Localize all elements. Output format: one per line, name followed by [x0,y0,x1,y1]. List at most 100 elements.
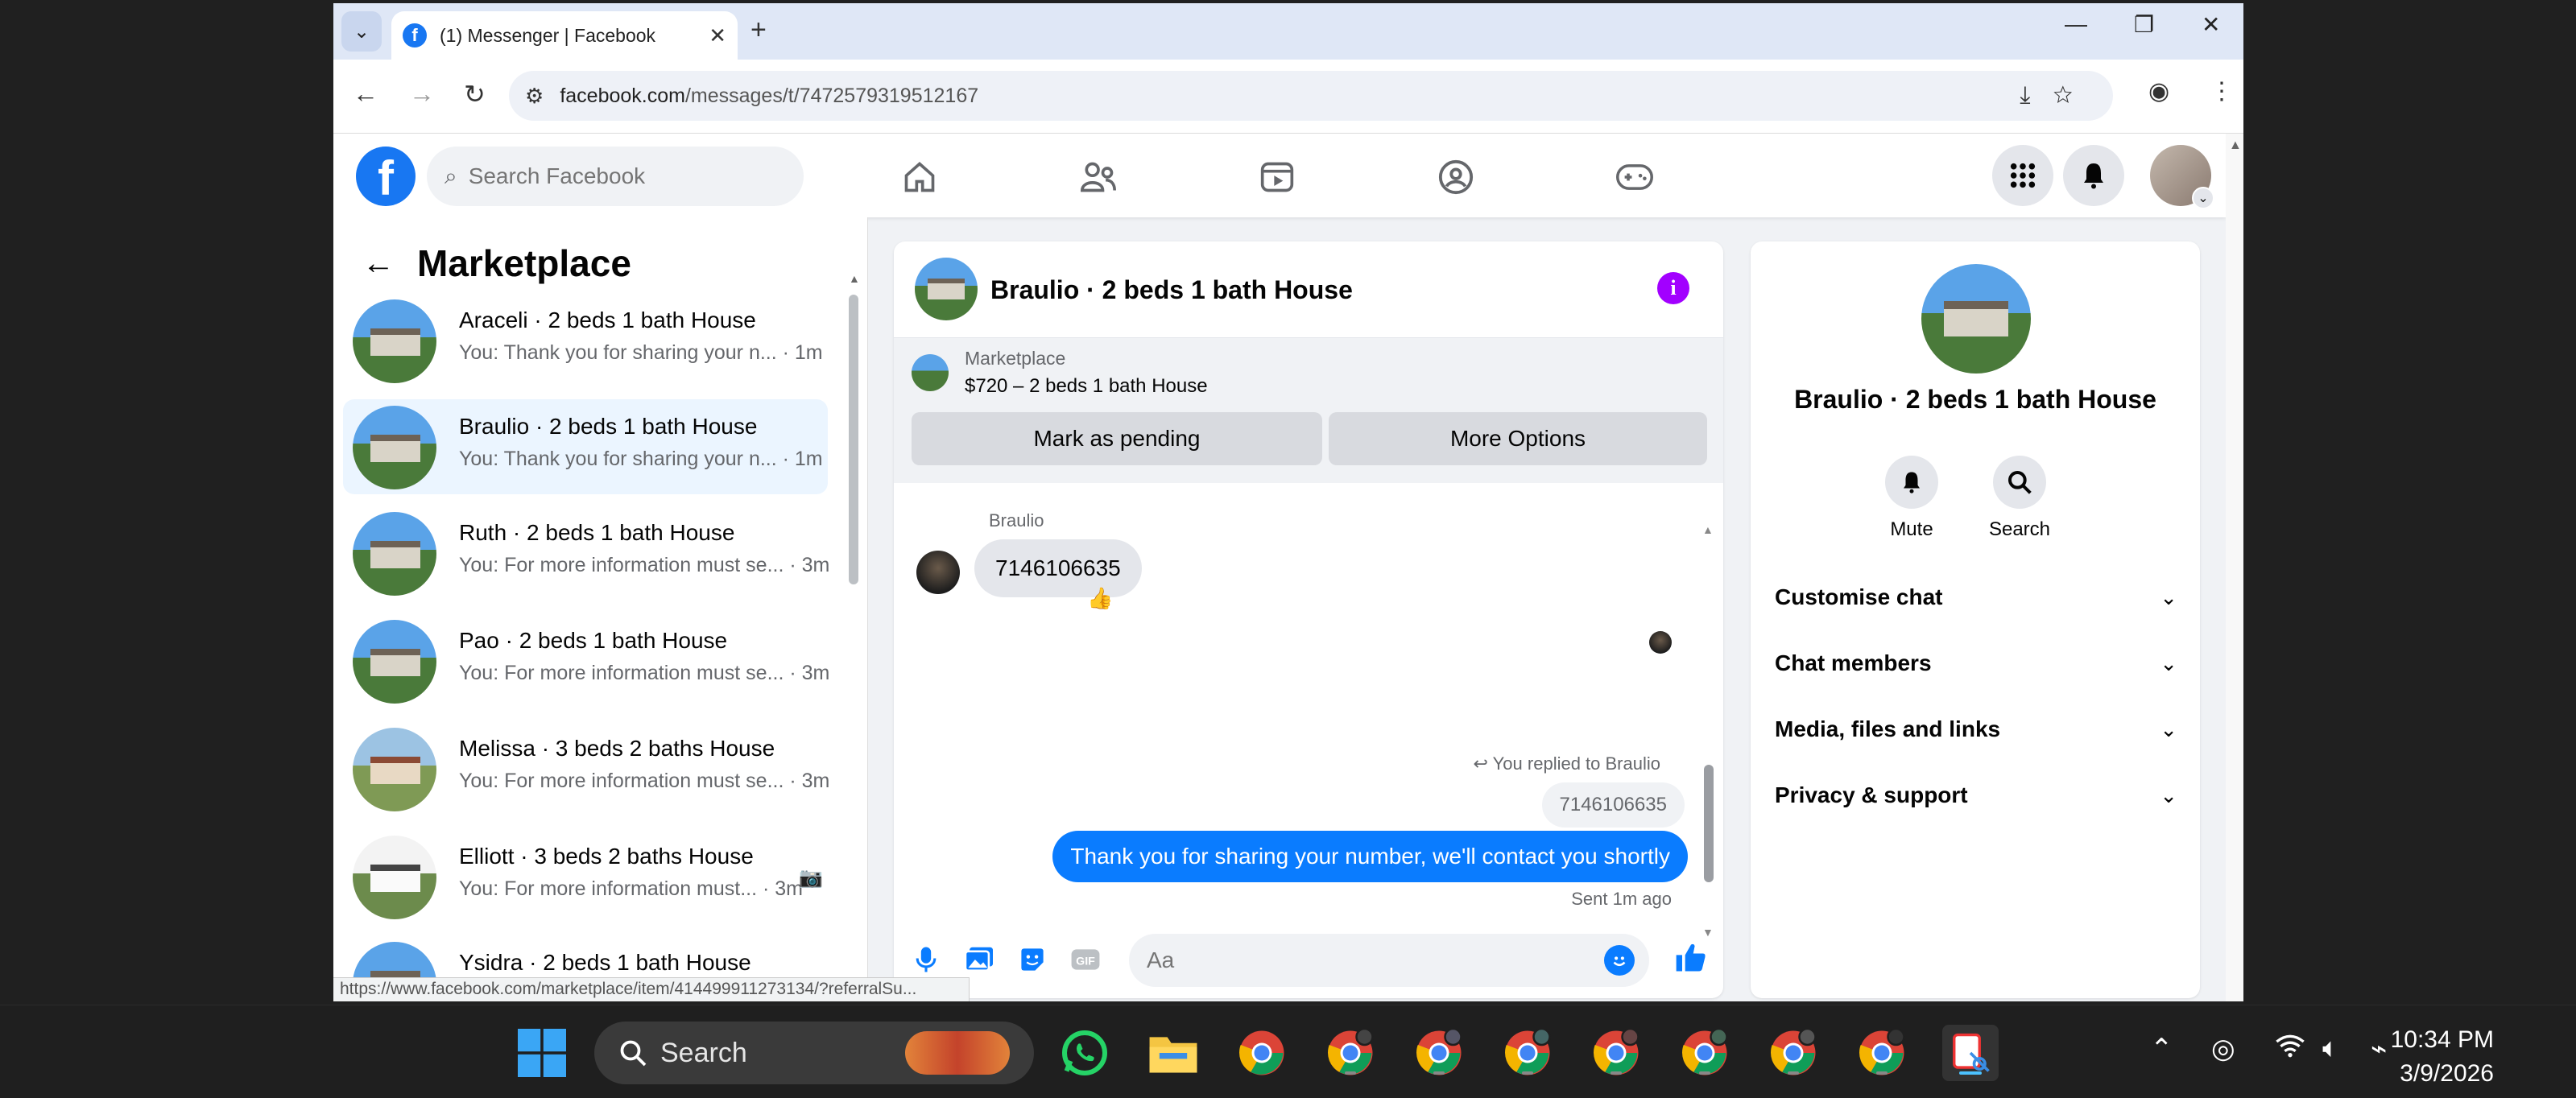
facebook-search-input[interactable] [468,163,775,189]
minimize-icon[interactable]: — [2065,11,2087,37]
conversation-item[interactable]: Elliott · 3 beds 2 baths House You: For … [343,829,828,924]
listing-price[interactable]: $720 – 2 beds 1 bath House [965,375,1208,398]
forward-icon[interactable]: → [409,79,435,109]
windows-start-icon[interactable] [514,1025,570,1081]
install-and-bookmark-icons[interactable]: ⤓☆ [2020,82,2095,109]
close-tab-icon[interactable]: ✕ [709,23,726,48]
url-field[interactable]: ⚙ facebook.com/messages/t/74725793195121… [509,71,2113,121]
privacy-support-section[interactable]: Privacy & support ⌄ [1775,771,2177,819]
chrome-profile-icon[interactable] [1854,1025,1910,1081]
chrome-profile-icon[interactable] [1322,1025,1379,1081]
reaction-thumbs-up-icon[interactable]: 👍 [1087,586,1113,611]
tab-strip: ⌄ f (1) Messenger | Facebook ✕ + — ❐ ✕ [333,3,2243,60]
scroll-up-icon[interactable]: ▲ [2229,138,2242,153]
chrome-profile-icon[interactable] [1765,1025,1821,1081]
whatsapp-icon[interactable] [1056,1025,1113,1081]
account-avatar[interactable]: ⌄ [2150,145,2214,209]
page-scrollbar[interactable]: ▲ [2226,134,2243,1001]
conversation-preview: You: Thank you for sharing your n... · 1… [459,341,823,364]
conversation-item[interactable]: Araceli · 2 beds 1 bath House You: Thank… [343,293,828,388]
message-input-box[interactable] [1129,934,1649,987]
emoji-icon[interactable] [1604,945,1635,976]
info-icon[interactable]: i [1657,272,1689,304]
search-icon[interactable] [1993,456,2046,509]
close-window-icon[interactable]: ✕ [2202,11,2220,38]
show-hidden-icons-chevron-icon[interactable]: ⌃ [2150,1033,2173,1065]
chrome-profile-icon[interactable] [1588,1025,1644,1081]
chrome-profile-icon[interactable] [1411,1025,1467,1081]
active-indicator [1959,1071,1982,1075]
incoming-message[interactable]: 7146106635 [974,539,1142,597]
running-indicator [1611,1071,1622,1075]
conversation-item[interactable]: Melissa · 3 beds 2 baths House You: For … [343,721,829,816]
chat-scrollbar[interactable]: ▲ ▼ [1702,523,1714,966]
section-title: Privacy & support [1775,782,1968,807]
chat-avatar[interactable] [915,258,978,320]
listing-thumbnail [353,299,436,383]
chrome-profile-icon[interactable] [1677,1025,1733,1081]
browser-tab[interactable]: f (1) Messenger | Facebook ✕ [391,11,738,60]
chat-title[interactable]: Braulio · 2 beds 1 bath House [990,275,1353,305]
conversation-item[interactable]: Ruth · 2 beds 1 bath House You: For more… [343,506,829,601]
browser-menu-icon[interactable]: ⋮ [2210,77,2234,105]
snipping-tool-icon[interactable] [1942,1025,1999,1081]
sticker-icon[interactable] [1015,942,1050,977]
tab-search-chevron-icon[interactable]: ⌄ [341,11,382,52]
mark-as-pending-button[interactable]: Mark as pending [912,412,1322,465]
chrome-profile-icon[interactable] [1499,1025,1556,1081]
conversation-item[interactable]: Pao · 2 beds 1 bath House You: For more … [343,613,829,708]
profile-icon[interactable]: ◉ [2148,77,2169,105]
chevron-down-icon: ⌄ [2160,782,2177,807]
back-arrow-icon[interactable]: ← [362,246,395,282]
bell-icon[interactable] [1885,456,1938,509]
search-action[interactable]: Search [1971,456,2068,541]
facebook-logo-icon[interactable]: f [356,147,416,206]
scroll-up-icon[interactable]: ▲ [1702,523,1714,536]
more-options-button[interactable]: More Options [1329,412,1707,465]
home-icon[interactable] [897,155,942,200]
outgoing-message[interactable]: Thank you for sharing your number, we'll… [1052,831,1688,882]
video-icon[interactable] [1255,155,1300,200]
customise-chat-section[interactable]: Customise chat ⌄ [1775,573,2177,621]
notifications-bell-icon[interactable] [2063,145,2124,206]
media-files-links-section[interactable]: Media, files and links ⌄ [1775,705,2177,753]
conversation-name: Braulio · 2 beds 1 bath House [459,414,758,439]
chat-members-section[interactable]: Chat members ⌄ [1775,639,2177,687]
friends-icon[interactable] [1076,155,1121,200]
details-avatar[interactable] [1921,264,2031,374]
site-info-icon[interactable]: ⚙ [525,84,544,109]
quoted-message[interactable]: 7146106635 [1541,782,1685,828]
sender-avatar[interactable] [916,551,960,594]
restore-icon[interactable]: ❐ [2134,11,2154,38]
groups-icon[interactable] [1433,155,1478,200]
photo-gallery-icon[interactable] [961,942,997,977]
section-title: Media, files and links [1775,716,2001,741]
system-clock[interactable]: 10:34 PM 3/9/2026 [2391,1023,2494,1091]
listing-thumbnail [353,512,436,596]
taskbar-search-label: Search [660,1037,747,1068]
thumbs-up-like-icon[interactable] [1673,940,1709,980]
battery-charging-icon[interactable]: ⌁ [2371,1033,2387,1065]
volume-icon[interactable]: 🔈︎ [2322,1033,2338,1064]
mute-action[interactable]: Mute [1863,456,1960,541]
conversation-item-selected[interactable]: Braulio · 2 beds 1 bath House You: Thank… [343,399,828,494]
gif-icon[interactable]: GIF [1068,942,1103,977]
gaming-icon[interactable] [1612,155,1657,200]
sync-icon[interactable]: ◎ [2211,1033,2235,1065]
taskbar-search[interactable]: Search [594,1022,1034,1084]
microphone-icon[interactable] [908,942,944,977]
menu-grid-icon[interactable] [1992,145,2053,206]
reload-icon[interactable]: ↻ [464,79,486,109]
chat-scroll-thumb[interactable] [1704,765,1714,882]
wifi-icon[interactable] [2274,1033,2306,1066]
chrome-icon[interactable] [1234,1025,1290,1081]
back-icon[interactable]: ← [353,79,378,109]
listing-thumbnail [353,406,436,489]
new-tab-icon[interactable]: + [750,14,767,46]
list-scrollbar[interactable] [849,295,858,584]
message-input[interactable] [1147,947,1582,973]
facebook-search-box[interactable]: ⌕ [427,147,804,206]
list-scroll-up-icon[interactable]: ▲ [849,272,860,285]
file-explorer-icon[interactable] [1145,1025,1201,1081]
browser-window: ⌄ f (1) Messenger | Facebook ✕ + — ❐ ✕ ←… [333,3,2243,1001]
